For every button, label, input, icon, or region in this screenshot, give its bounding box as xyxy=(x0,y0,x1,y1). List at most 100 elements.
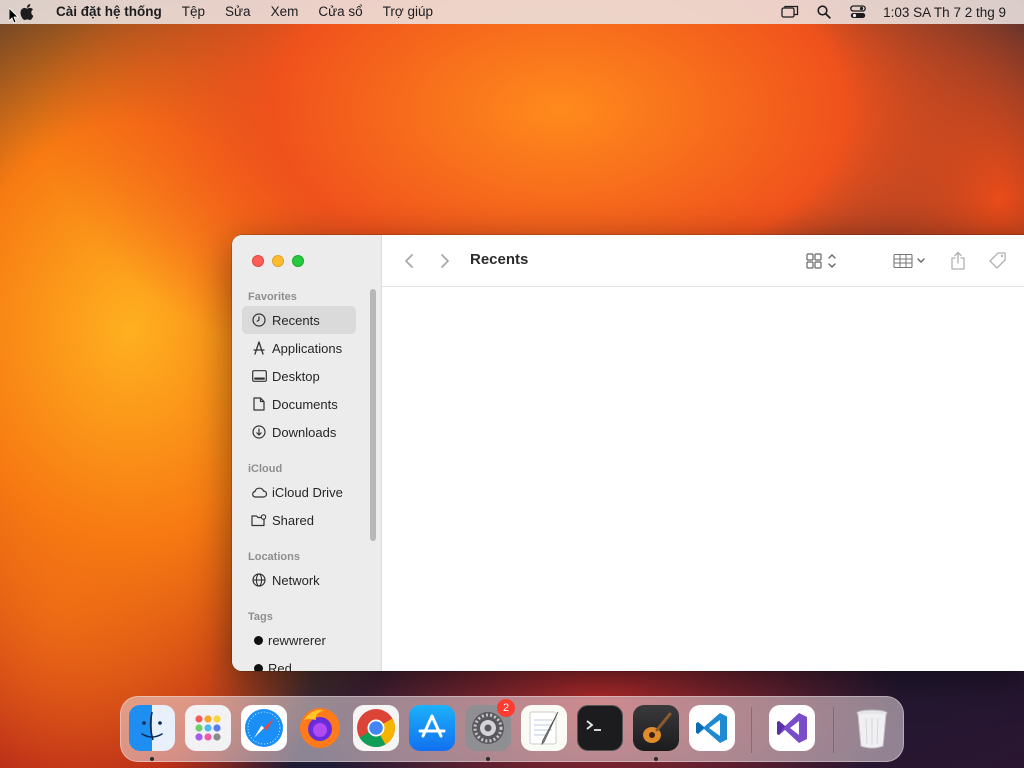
finder-toolbar: Recents xyxy=(382,235,1024,287)
sidebar-scrollbar[interactable] xyxy=(370,289,376,541)
finder-icon xyxy=(141,711,163,741)
sidebar-item-network[interactable]: Network xyxy=(242,566,356,594)
sidebar-item-icloud-drive[interactable]: iCloud Drive xyxy=(242,478,356,506)
applications-icon xyxy=(250,339,268,357)
firefox-icon xyxy=(300,708,340,748)
back-button[interactable] xyxy=(400,249,418,273)
view-mode-button[interactable] xyxy=(802,249,842,273)
dock-terminal[interactable] xyxy=(577,705,623,751)
sidebar-item-desktop[interactable]: Desktop xyxy=(242,362,356,390)
sidebar-section-locations: Locations xyxy=(248,551,300,563)
menu-window[interactable]: Cửa sổ xyxy=(308,0,372,24)
mouse-cursor-icon xyxy=(8,7,19,24)
window-title: Recents xyxy=(470,251,529,268)
cloud-icon xyxy=(250,483,268,501)
shared-folder-icon xyxy=(250,511,268,529)
dock-vscode[interactable] xyxy=(689,705,735,751)
screen-mirroring-icon[interactable] xyxy=(773,0,807,24)
visual-studio-icon xyxy=(777,713,807,743)
close-button[interactable] xyxy=(252,255,264,267)
sidebar-section-favorites: Favorites xyxy=(248,291,297,303)
notification-badge: 2 xyxy=(497,699,515,717)
sidebar-item-label: Downloads xyxy=(272,424,337,440)
dock: 2 xyxy=(120,696,904,762)
chevron-left-icon xyxy=(405,254,413,268)
dock-textedit[interactable] xyxy=(521,705,567,751)
sidebar-item-label: Shared xyxy=(272,512,314,528)
terminal-icon xyxy=(586,720,601,731)
menu-help[interactable]: Trợ giúp xyxy=(373,0,443,24)
sidebar-item-recents[interactable]: Recents xyxy=(242,306,356,334)
tag-color-dot xyxy=(254,635,263,645)
sidebar-item-label: Applications xyxy=(272,340,343,356)
sidebar-item-label: rewwrerer xyxy=(268,632,326,648)
minimize-button[interactable] xyxy=(272,255,284,267)
finder-sidebar: Favorites Recents Applications Desktop D… xyxy=(232,235,382,671)
window-controls xyxy=(252,255,304,267)
share-button[interactable] xyxy=(946,249,970,273)
finder-window: Favorites Recents Applications Desktop D… xyxy=(232,235,1024,671)
menubar-clock[interactable]: 1:03 SA Th 7 2 thg 9 xyxy=(875,5,1024,20)
grid-view-icon xyxy=(806,253,836,269)
sidebar-item-tag-rewwrerer[interactable]: rewwrerer xyxy=(242,626,356,654)
forward-button[interactable] xyxy=(436,249,454,273)
group-by-button[interactable] xyxy=(890,249,930,273)
dock-app-store[interactable] xyxy=(409,705,455,751)
share-icon xyxy=(951,251,965,270)
download-icon xyxy=(250,423,268,441)
chevron-right-icon xyxy=(441,254,449,268)
tags-button[interactable] xyxy=(986,249,1010,273)
apple-menu-icon[interactable] xyxy=(18,3,36,21)
desktop-icon xyxy=(250,367,268,385)
sidebar-item-downloads[interactable]: Downloads xyxy=(242,418,356,446)
dock-separator xyxy=(833,707,834,753)
menu-edit[interactable]: Sửa xyxy=(215,0,261,24)
guitar-icon xyxy=(643,712,672,743)
vscode-icon xyxy=(696,713,727,743)
sidebar-item-tag-red[interactable]: Red xyxy=(242,654,356,671)
sidebar-item-label: Documents xyxy=(272,396,338,412)
menu-file[interactable]: Tệp xyxy=(172,0,215,24)
sidebar-section-icloud: iCloud xyxy=(248,463,283,475)
chrome-icon xyxy=(357,709,396,748)
dock-garageband[interactable] xyxy=(633,705,679,751)
finder-main: Recents xyxy=(382,235,1024,671)
running-indicator xyxy=(150,757,154,761)
trash-icon xyxy=(856,709,888,749)
group-icon xyxy=(893,253,925,269)
sidebar-item-label: iCloud Drive xyxy=(272,484,343,500)
spotlight-search-icon[interactable] xyxy=(807,0,841,24)
dock-chrome[interactable] xyxy=(353,705,399,751)
sidebar-item-applications[interactable]: Applications xyxy=(242,334,356,362)
document-icon xyxy=(250,395,268,413)
dock-safari[interactable] xyxy=(241,705,287,751)
tag-color-dot xyxy=(254,663,263,671)
dock-firefox[interactable] xyxy=(297,705,343,751)
sidebar-item-shared[interactable]: Shared xyxy=(242,506,356,534)
menu-view[interactable]: Xem xyxy=(261,0,309,24)
globe-icon xyxy=(250,571,268,589)
launchpad-icon xyxy=(195,715,221,741)
dock-trash[interactable] xyxy=(849,705,895,751)
dock-finder[interactable] xyxy=(129,705,175,751)
tag-icon xyxy=(989,252,1006,269)
sidebar-item-label: Red xyxy=(268,660,292,672)
dock-visual-studio[interactable] xyxy=(769,705,815,751)
control-center-icon[interactable] xyxy=(841,0,875,24)
maximize-button[interactable] xyxy=(292,255,304,267)
sidebar-item-label: Recents xyxy=(272,312,320,328)
app-menu[interactable]: Cài đặt hệ thống xyxy=(50,0,172,24)
menu-bar: Cài đặt hệ thống Tệp Sửa Xem Cửa sổ Trợ … xyxy=(0,0,1024,24)
dock-launchpad[interactable] xyxy=(185,705,231,751)
clock-icon xyxy=(250,311,268,329)
running-indicator xyxy=(654,757,658,761)
sidebar-item-documents[interactable]: Documents xyxy=(242,390,356,418)
sidebar-item-label: Desktop xyxy=(272,368,320,384)
dock-system-settings[interactable]: 2 xyxy=(465,699,515,751)
running-indicator xyxy=(486,757,490,761)
sidebar-section-tags: Tags xyxy=(248,611,273,623)
app-store-icon xyxy=(418,714,446,738)
sidebar-item-label: Network xyxy=(272,572,320,588)
textedit-icon xyxy=(529,711,559,746)
safari-icon xyxy=(245,709,283,747)
